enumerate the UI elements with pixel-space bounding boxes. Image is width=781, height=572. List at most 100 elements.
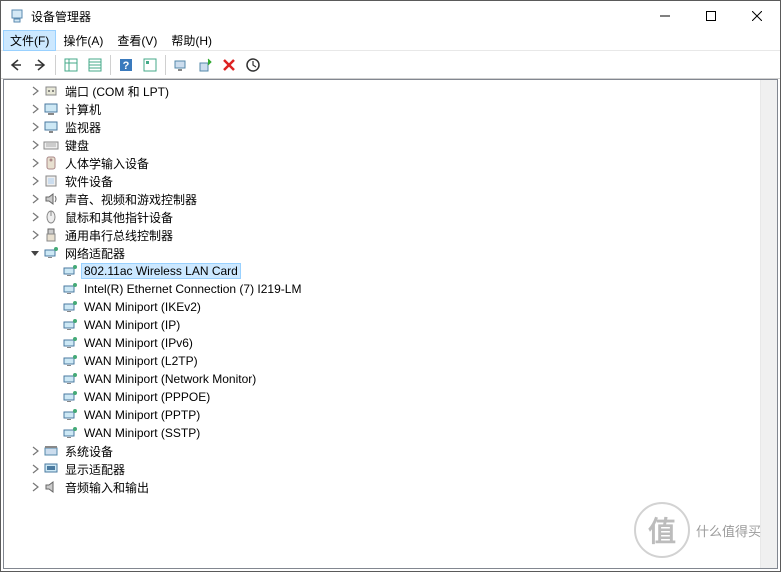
tree-arrow-closed-icon[interactable] — [27, 155, 43, 171]
properties-button[interactable] — [138, 53, 162, 77]
audioio-icon — [43, 479, 59, 495]
system-icon — [43, 443, 59, 459]
tree-arrow-none — [46, 389, 62, 405]
tree-item-label: WAN Miniport (IP) — [81, 318, 183, 332]
scan-hardware-button[interactable] — [169, 53, 193, 77]
tree-item-label: 显示适配器 — [62, 461, 128, 478]
tree-item[interactable]: WAN Miniport (IP) — [4, 316, 760, 334]
tree-arrow-closed-icon[interactable] — [27, 227, 43, 243]
app-icon — [9, 8, 25, 24]
tree-arrow-closed-icon[interactable] — [27, 101, 43, 117]
usb-icon — [43, 227, 59, 243]
separator-icon — [55, 55, 56, 75]
tree-item-label: WAN Miniport (PPTP) — [81, 408, 203, 422]
maximize-button[interactable] — [688, 1, 734, 31]
tree-item[interactable]: 软件设备 — [4, 172, 760, 190]
netcard-icon — [62, 335, 78, 351]
tree-arrow-closed-icon[interactable] — [27, 443, 43, 459]
tree-item[interactable]: 通用串行总线控制器 — [4, 226, 760, 244]
tree-arrow-closed-icon[interactable] — [27, 83, 43, 99]
tree-arrow-closed-icon[interactable] — [27, 479, 43, 495]
menu-help[interactable]: 帮助(H) — [164, 30, 219, 51]
tree-item-label: 人体学输入设备 — [62, 155, 152, 172]
minimize-button[interactable] — [642, 1, 688, 31]
tree-item[interactable]: 音频输入和输出 — [4, 478, 760, 496]
tree-item[interactable]: Intel(R) Ethernet Connection (7) I219-LM — [4, 280, 760, 298]
tree-item-label: 计算机 — [62, 101, 104, 118]
tree-item-label: 802.11ac Wireless LAN Card — [81, 263, 241, 279]
separator-icon — [110, 55, 111, 75]
audio-icon — [43, 191, 59, 207]
tree-item-label: Intel(R) Ethernet Connection (7) I219-LM — [81, 282, 304, 296]
content-area: 端口 (COM 和 LPT)计算机监视器键盘人体学输入设备软件设备声音、视频和游… — [3, 79, 778, 569]
update-driver-button[interactable] — [193, 53, 217, 77]
tree-item[interactable]: 端口 (COM 和 LPT) — [4, 82, 760, 100]
watermark-icon: 值 — [634, 502, 690, 558]
hid-icon — [43, 155, 59, 171]
tree-arrow-closed-icon[interactable] — [27, 191, 43, 207]
tree-item[interactable]: WAN Miniport (PPPOE) — [4, 388, 760, 406]
tree-item[interactable]: 鼠标和其他指针设备 — [4, 208, 760, 226]
tree-item-label: WAN Miniport (PPPOE) — [81, 390, 213, 404]
netcard-icon — [62, 281, 78, 297]
tree-item[interactable]: 声音、视频和游戏控制器 — [4, 190, 760, 208]
list-view-button[interactable] — [83, 53, 107, 77]
window-controls — [642, 1, 780, 31]
netcard-icon — [62, 317, 78, 333]
tree-arrow-closed-icon[interactable] — [27, 119, 43, 135]
tree-item[interactable]: 网络适配器 — [4, 244, 760, 262]
tree-item[interactable]: 系统设备 — [4, 442, 760, 460]
tree-item-label: 监视器 — [62, 119, 104, 136]
menu-action[interactable]: 操作(A) — [56, 30, 110, 51]
tree-arrow-closed-icon[interactable] — [27, 173, 43, 189]
tree-item[interactable]: 计算机 — [4, 100, 760, 118]
tree-item[interactable]: 802.11ac Wireless LAN Card — [4, 262, 760, 280]
tree-arrow-none — [46, 281, 62, 297]
disable-button[interactable] — [241, 53, 265, 77]
netcard-icon — [62, 299, 78, 315]
titlebar: 设备管理器 — [1, 1, 780, 31]
tree-item[interactable]: WAN Miniport (SSTP) — [4, 424, 760, 442]
device-manager-window: 设备管理器 文件(F) 操作(A) 查看(V) 帮助(H) ? 端口 (COM … — [0, 0, 781, 572]
monitor-icon — [43, 119, 59, 135]
tree-item[interactable]: WAN Miniport (IKEv2) — [4, 298, 760, 316]
keyboard-icon — [43, 137, 59, 153]
tree-arrow-none — [46, 425, 62, 441]
display-icon — [43, 461, 59, 477]
netcard-icon — [62, 407, 78, 423]
software-icon — [43, 173, 59, 189]
detail-view-button[interactable] — [59, 53, 83, 77]
tree-arrow-closed-icon[interactable] — [27, 137, 43, 153]
tree-arrow-none — [46, 317, 62, 333]
netcard-icon — [62, 353, 78, 369]
tree-item[interactable]: WAN Miniport (PPTP) — [4, 406, 760, 424]
close-button[interactable] — [734, 1, 780, 31]
uninstall-button[interactable] — [217, 53, 241, 77]
tree-arrow-closed-icon[interactable] — [27, 209, 43, 225]
tree-item[interactable]: 键盘 — [4, 136, 760, 154]
forward-button[interactable] — [28, 53, 52, 77]
menu-file[interactable]: 文件(F) — [3, 30, 56, 51]
tree-item[interactable]: WAN Miniport (L2TP) — [4, 352, 760, 370]
device-tree[interactable]: 端口 (COM 和 LPT)计算机监视器键盘人体学输入设备软件设备声音、视频和游… — [4, 80, 760, 568]
tree-item-label: 端口 (COM 和 LPT) — [62, 83, 172, 100]
tree-item[interactable]: WAN Miniport (IPv6) — [4, 334, 760, 352]
back-button[interactable] — [4, 53, 28, 77]
tree-arrow-open-icon[interactable] — [27, 245, 43, 261]
tree-item[interactable]: 人体学输入设备 — [4, 154, 760, 172]
tree-item-label: WAN Miniport (SSTP) — [81, 426, 203, 440]
tree-item[interactable]: 监视器 — [4, 118, 760, 136]
svg-text:?: ? — [123, 60, 130, 72]
tree-item-label: 鼠标和其他指针设备 — [62, 209, 176, 226]
menu-view[interactable]: 查看(V) — [110, 30, 164, 51]
mouse-icon — [43, 209, 59, 225]
tree-arrow-closed-icon[interactable] — [27, 461, 43, 477]
vertical-scrollbar[interactable] — [760, 80, 777, 568]
toolbar: ? — [1, 51, 780, 79]
tree-item-label: WAN Miniport (L2TP) — [81, 354, 201, 368]
tree-item[interactable]: WAN Miniport (Network Monitor) — [4, 370, 760, 388]
tree-item[interactable]: 显示适配器 — [4, 460, 760, 478]
tree-item-label: 键盘 — [62, 137, 92, 154]
help-button[interactable]: ? — [114, 53, 138, 77]
watermark: 值 什么值得买 — [634, 502, 761, 558]
